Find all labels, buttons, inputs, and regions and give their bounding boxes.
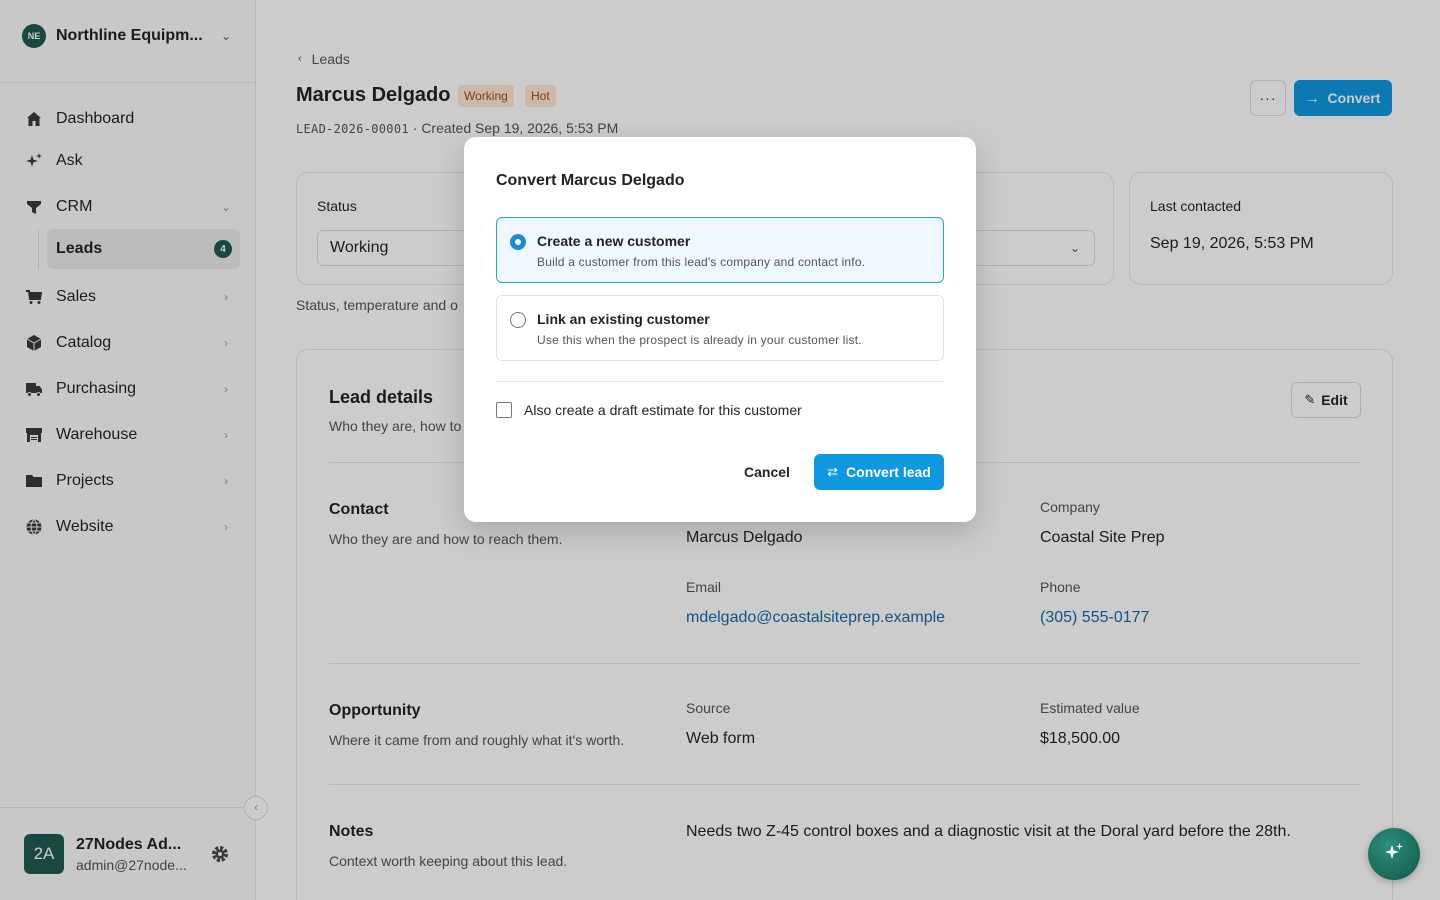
option-title: Create a new customer bbox=[537, 233, 691, 249]
option-title: Link an existing customer bbox=[537, 311, 710, 327]
dialog-title: Convert Marcus Delgado bbox=[496, 172, 685, 189]
divider bbox=[496, 381, 944, 382]
draft-estimate-checkbox[interactable] bbox=[496, 402, 512, 418]
swap-icon: ⇄ bbox=[827, 464, 839, 479]
radio-unselected[interactable] bbox=[510, 312, 526, 328]
assistant-button[interactable] bbox=[1368, 828, 1420, 880]
option-description: Build a customer from this lead's compan… bbox=[537, 255, 866, 269]
option-link-customer[interactable]: Link an existing customer Use this when … bbox=[496, 295, 944, 361]
sparkles-icon bbox=[1383, 841, 1405, 868]
convert-dialog: Convert Marcus Delgado Create a new cust… bbox=[464, 137, 976, 522]
cancel-button[interactable]: Cancel bbox=[732, 454, 802, 490]
draft-estimate-label[interactable]: Also create a draft estimate for this cu… bbox=[524, 402, 802, 418]
convert-lead-button[interactable]: ⇄ Convert lead bbox=[814, 454, 944, 490]
convert-lead-label: Convert lead bbox=[846, 464, 931, 480]
option-create-customer[interactable]: Create a new customer Build a customer f… bbox=[496, 217, 944, 283]
option-description: Use this when the prospect is already in… bbox=[537, 333, 862, 347]
radio-selected[interactable] bbox=[510, 234, 526, 250]
